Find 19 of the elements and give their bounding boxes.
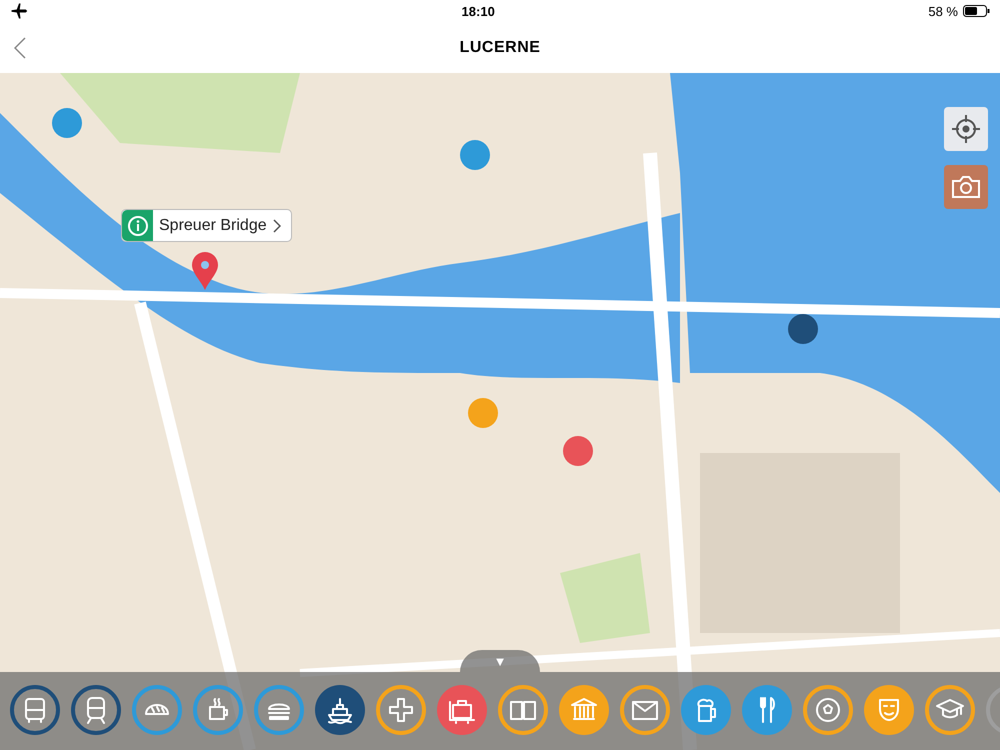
category-button[interactable] [437,685,487,735]
airplane-icon [10,2,28,20]
category-button[interactable] [71,685,121,735]
camera-icon [951,174,981,200]
chevron-icon [272,218,281,232]
place-name: Spreuer Bridge [159,216,267,234]
battery-percent: 58 % [928,4,958,18]
place-callout[interactable]: Spreuer Bridge [121,209,292,242]
camera-button[interactable] [944,165,988,209]
info-icon [122,210,153,241]
map-pin-icon [191,251,219,291]
locate-button[interactable] [944,107,988,151]
category-button[interactable] [10,685,60,735]
category-button[interactable] [315,685,365,735]
battery-icon [962,5,990,17]
back-icon[interactable] [14,37,26,59]
clock-time: 18:10 [462,4,495,18]
locate-icon [951,114,981,144]
screen-title: LUCERNE [460,38,540,56]
